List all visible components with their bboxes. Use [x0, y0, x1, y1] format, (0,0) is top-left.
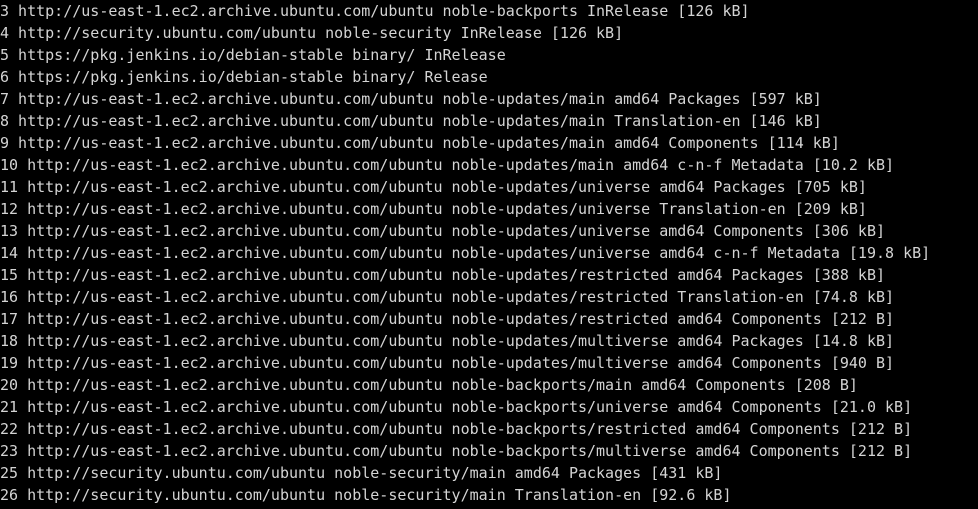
terminal-line: 5 https://pkg.jenkins.io/debian-stable b… [0, 46, 506, 64]
terminal-line: 9 http://us-east-1.ec2.archive.ubuntu.co… [0, 134, 840, 152]
terminal-line: 19 http://us-east-1.ec2.archive.ubuntu.c… [0, 354, 895, 372]
terminal-line: 16 http://us-east-1.ec2.archive.ubuntu.c… [0, 288, 895, 306]
terminal-line: 26 http://security.ubuntu.com/ubuntu nob… [0, 486, 732, 504]
terminal-line: 7 http://us-east-1.ec2.archive.ubuntu.co… [0, 90, 822, 108]
terminal-line: 17 http://us-east-1.ec2.archive.ubuntu.c… [0, 310, 895, 328]
terminal-line: 25 http://security.ubuntu.com/ubuntu nob… [0, 464, 723, 482]
terminal-line: 8 http://us-east-1.ec2.archive.ubuntu.co… [0, 112, 822, 130]
terminal-line: 6 https://pkg.jenkins.io/debian-stable b… [0, 68, 488, 86]
terminal-line: 10 http://us-east-1.ec2.archive.ubuntu.c… [0, 156, 895, 174]
terminal-line: 18 http://us-east-1.ec2.archive.ubuntu.c… [0, 332, 895, 350]
terminal-line: 14 http://us-east-1.ec2.archive.ubuntu.c… [0, 244, 931, 262]
terminal-line: 20 http://us-east-1.ec2.archive.ubuntu.c… [0, 376, 858, 394]
terminal-line: 21 http://us-east-1.ec2.archive.ubuntu.c… [0, 398, 913, 416]
terminal-line: 12 http://us-east-1.ec2.archive.ubuntu.c… [0, 200, 867, 218]
terminal-line: 4 http://security.ubuntu.com/ubuntu nobl… [0, 24, 624, 42]
terminal-line: 11 http://us-east-1.ec2.archive.ubuntu.c… [0, 178, 867, 196]
terminal-line: 13 http://us-east-1.ec2.archive.ubuntu.c… [0, 222, 886, 240]
terminal-line: 22 http://us-east-1.ec2.archive.ubuntu.c… [0, 420, 913, 438]
terminal-output[interactable]: 3 http://us-east-1.ec2.archive.ubuntu.co… [0, 0, 978, 509]
terminal-line: 23 http://us-east-1.ec2.archive.ubuntu.c… [0, 442, 913, 460]
terminal-line: 15 http://us-east-1.ec2.archive.ubuntu.c… [0, 266, 886, 284]
terminal-line: 3 http://us-east-1.ec2.archive.ubuntu.co… [0, 2, 750, 20]
